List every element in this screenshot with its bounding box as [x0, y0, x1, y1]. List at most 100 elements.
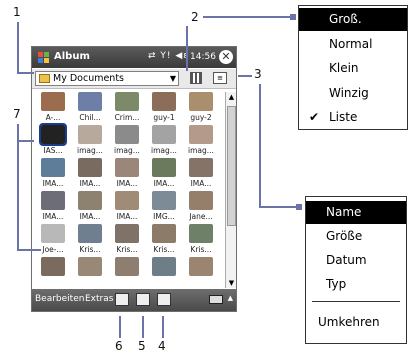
thumbnail-item[interactable] [183, 257, 219, 288]
edit-menu[interactable]: Bearbeiten [35, 294, 84, 304]
thumbnail-item[interactable]: IMA... [183, 158, 219, 190]
sort-menu-item[interactable]: Typ [306, 273, 406, 296]
thumbnail-item[interactable]: Kris... [109, 224, 145, 256]
thumbnail-item[interactable]: Crim... [109, 92, 145, 124]
thumbnail-caption: IMA... [79, 179, 101, 188]
sort-menu-item[interactable]: Größe [306, 225, 406, 248]
sort-button[interactable]: ≡ [213, 72, 227, 84]
thumbnail-item[interactable]: Jane... [183, 191, 219, 223]
size-menu-label: Winzig [329, 85, 369, 100]
thumbnail-item[interactable]: imag... [146, 125, 182, 157]
sort-menu-label: Name [326, 205, 362, 219]
keyboard-icon[interactable] [209, 295, 223, 304]
thumbnail-item[interactable] [146, 257, 182, 288]
thumbnail-caption: Kris... [190, 245, 212, 254]
thumbnail-caption: Kris... [79, 245, 101, 254]
thumbnail-caption: IAS... [43, 146, 63, 155]
thumbnail-caption: Kris... [153, 245, 175, 254]
thumbnail-item[interactable]: imag... [72, 125, 108, 157]
tools-menu[interactable]: Extras [85, 294, 113, 304]
size-menu-item[interactable]: Klein [299, 57, 407, 80]
size-menu-item[interactable]: Groß. [299, 8, 407, 31]
thumbnail-item[interactable] [72, 257, 108, 288]
thumbnail-caption: Crim... [114, 113, 140, 122]
thumbnail-item[interactable]: IMA... [35, 191, 71, 223]
album-screen: Album ⇄ Y! ◀ε 14:56 ✕ My Documents ▼ ≡ A… [31, 46, 237, 312]
size-menu-item[interactable]: Normal [299, 33, 407, 56]
thumbnail-item[interactable]: Kris... [183, 224, 219, 256]
thumbnail-image [152, 191, 176, 210]
windows-logo-icon[interactable] [37, 50, 51, 64]
vertical-scrollbar[interactable]: ▲ ▼ [225, 92, 236, 288]
callout-2: 2 [191, 10, 199, 24]
size-menu-item[interactable]: Winzig [299, 82, 407, 105]
folder-icon [39, 74, 50, 83]
thumbnail-item[interactable]: IMA... [35, 158, 71, 190]
thumbnail-image [115, 191, 139, 210]
thumbnail-caption: Kris... [116, 245, 138, 254]
thumbnail-image [189, 257, 213, 276]
scroll-thumb[interactable] [227, 106, 236, 226]
thumbnail-item[interactable]: IMA... [146, 158, 182, 190]
thumbnail-size-menu: Groß. Normal Klein Winzig ✔ Liste [298, 5, 408, 130]
thumbnail-caption: imag... [188, 146, 214, 155]
thumbnail-image [41, 257, 65, 276]
thumbnail-image [189, 125, 213, 144]
thumbnail-item[interactable]: Joe-... [35, 224, 71, 256]
thumbnail-item[interactable]: imag... [183, 125, 219, 157]
thumbnail-image [78, 92, 102, 111]
callout-7: 7 [13, 107, 21, 121]
close-icon[interactable]: ✕ [219, 50, 233, 64]
thumbnail-item[interactable]: guy-2 [183, 92, 219, 124]
thumbnail-image [115, 92, 139, 111]
thumbnail-item[interactable]: IAS... [35, 123, 71, 157]
thumbnail-caption: Chil... [79, 113, 101, 122]
thumbnail-item[interactable] [35, 257, 71, 288]
thumbnail-grid: A-... Chil... Crim... guy-1 guy-2 IAS... imag.… [35, 92, 223, 288]
thumbnail-image [41, 224, 65, 243]
scroll-down-icon[interactable]: ▼ [227, 278, 236, 288]
thumbnail-item[interactable]: A-... [35, 92, 71, 124]
folder-toolbar: My Documents ▼ ≡ [32, 69, 236, 89]
thumbnail-size-button[interactable] [190, 72, 202, 84]
thumbnail-item[interactable]: IMA... [72, 191, 108, 223]
reverse-sort-item[interactable]: Umkehren [306, 311, 406, 334]
thumbnail-item[interactable]: IMA... [72, 158, 108, 190]
sort-menu-label: Datum [326, 253, 367, 267]
thumbnail-item[interactable]: imag... [109, 125, 145, 157]
thumbnail-image [115, 158, 139, 177]
thumbnail-caption: imag... [77, 146, 103, 155]
thumbnail-item[interactable] [109, 257, 145, 288]
send-icon[interactable] [157, 293, 171, 306]
thumbnail-image [152, 125, 176, 144]
thumbnail-caption: IMA... [79, 212, 101, 221]
thumbnail-item[interactable]: Chil... [72, 92, 108, 124]
sort-menu-item[interactable]: Name [306, 201, 406, 224]
thumbnail-image [78, 224, 102, 243]
checkmark-icon: ✔ [309, 110, 320, 124]
thumbnail-item[interactable]: guy-1 [146, 92, 182, 124]
thumbnail-image [152, 92, 176, 111]
caret-up-icon[interactable]: ▲ [228, 294, 233, 302]
size-menu-label: Groß. [329, 12, 362, 26]
thumbnail-image [41, 92, 65, 111]
clock[interactable]: 14:56 [190, 52, 216, 62]
thumbnail-item[interactable]: IMA... [109, 191, 145, 223]
thumbnail-item[interactable]: IMA... [109, 158, 145, 190]
thumbnail-caption: Jane... [189, 212, 213, 221]
thumbnail-item[interactable]: Kris... [146, 224, 182, 256]
thumbnail-item[interactable]: Kris... [72, 224, 108, 256]
thumbnail-item[interactable]: IMG... [146, 191, 182, 223]
thumbnail-image [41, 191, 65, 210]
size-menu-label: Klein [329, 61, 359, 75]
sort-menu-label: Größe [326, 229, 363, 243]
size-menu-item[interactable]: ✔ Liste [299, 106, 407, 129]
sort-menu-item[interactable]: Datum [306, 249, 406, 272]
folder-dropdown[interactable]: My Documents ▼ [35, 71, 179, 86]
thumbnail-image [115, 125, 139, 144]
slideshow-icon[interactable] [136, 293, 150, 306]
thumbnail-image [152, 257, 176, 276]
status-icons[interactable]: ⇄ Y! ◀ε [148, 51, 189, 61]
scroll-up-icon[interactable]: ▲ [227, 92, 236, 102]
camera-icon[interactable] [115, 293, 129, 306]
